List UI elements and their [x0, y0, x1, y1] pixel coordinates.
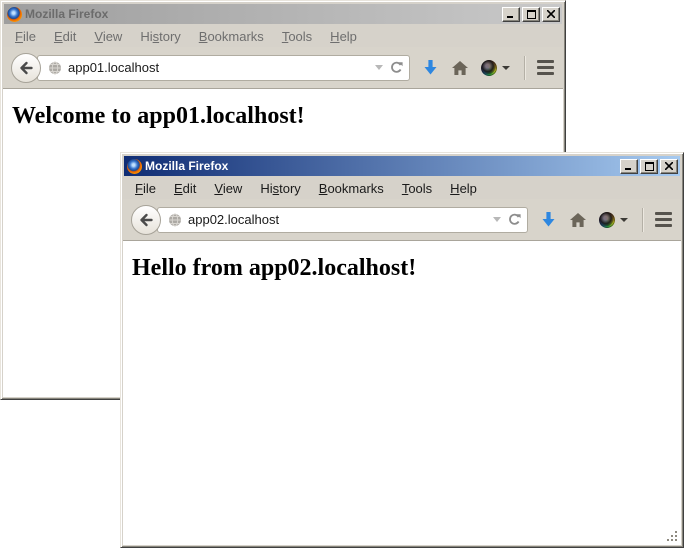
maximize-button[interactable]: [522, 7, 540, 22]
reload-button[interactable]: [507, 212, 522, 227]
menubar: FileEditViewHistoryBookmarksToolsHelp: [3, 25, 563, 47]
maximize-icon: [527, 10, 536, 19]
menu-item-edit[interactable]: Edit: [45, 27, 85, 46]
menu-item-help[interactable]: Help: [441, 179, 486, 198]
close-button[interactable]: [542, 7, 560, 22]
hamburger-menu-icon: [655, 212, 672, 227]
menu-item-help[interactable]: Help: [321, 27, 366, 46]
window-controls: [502, 7, 560, 22]
menu-item-view[interactable]: View: [205, 179, 251, 198]
url-bar[interactable]: app01.localhost: [37, 55, 410, 81]
menu-item-file[interactable]: File: [126, 179, 165, 198]
hamburger-menu-icon: [537, 60, 554, 75]
site-globe-icon: [48, 61, 62, 75]
addon-sphere-icon: [481, 60, 497, 76]
minimize-icon: [507, 10, 515, 18]
menu-item-bookmarks[interactable]: Bookmarks: [190, 27, 273, 46]
download-button[interactable]: [422, 52, 439, 84]
window-title: Mozilla Firefox: [25, 7, 499, 21]
url-bar[interactable]: app02.localhost: [157, 207, 528, 233]
minimize-icon: [625, 162, 633, 170]
menu-item-tools[interactable]: Tools: [393, 179, 441, 198]
minimize-button[interactable]: [620, 159, 638, 174]
titlebar[interactable]: Mozilla Firefox: [4, 4, 562, 24]
menu-item-tools[interactable]: Tools: [273, 27, 321, 46]
firefox-icon: [7, 7, 22, 22]
maximize-icon: [645, 162, 654, 171]
download-icon: [422, 59, 439, 77]
site-globe-icon: [168, 213, 182, 227]
url-text: app01.localhost: [68, 60, 369, 75]
home-icon: [451, 60, 469, 76]
menu-item-file[interactable]: File: [6, 27, 45, 46]
home-icon: [569, 212, 587, 228]
menu-item-history[interactable]: History: [251, 179, 309, 198]
addon-sphere-button[interactable]: [481, 52, 510, 84]
page-heading: Hello from app02.localhost!: [132, 255, 681, 282]
toolbar-separator: [642, 208, 643, 232]
menu-button[interactable]: [655, 204, 672, 236]
download-icon: [540, 211, 557, 229]
urlbar-dropdown-icon[interactable]: [375, 65, 383, 70]
close-icon: [665, 162, 673, 170]
menu-item-edit[interactable]: Edit: [165, 179, 205, 198]
toolbar-separator: [524, 56, 525, 80]
page-content: Hello from app02.localhost!: [123, 241, 681, 545]
page-heading: Welcome to app01.localhost!: [12, 103, 563, 130]
navigation-toolbar: app02.localhost: [123, 199, 681, 241]
window-controls: [620, 159, 678, 174]
urlbar-dropdown-icon[interactable]: [493, 217, 501, 222]
menubar: FileEditViewHistoryBookmarksToolsHelp: [123, 177, 681, 199]
addon-sphere-icon: [599, 212, 615, 228]
menu-button[interactable]: [537, 52, 554, 84]
browser-window-app02: Mozilla Firefox FileEditViewHistoryBookm…: [120, 152, 684, 548]
window-title: Mozilla Firefox: [145, 159, 617, 173]
back-icon: [138, 212, 154, 228]
back-button[interactable]: [11, 53, 41, 83]
firefox-icon: [127, 159, 142, 174]
minimize-button[interactable]: [502, 7, 520, 22]
download-button[interactable]: [540, 204, 557, 236]
titlebar[interactable]: Mozilla Firefox: [124, 156, 680, 176]
menu-item-view[interactable]: View: [85, 27, 131, 46]
url-text: app02.localhost: [188, 212, 487, 227]
back-icon: [18, 60, 34, 76]
close-button[interactable]: [660, 159, 678, 174]
home-button[interactable]: [451, 52, 469, 84]
maximize-button[interactable]: [640, 159, 658, 174]
navigation-toolbar: app01.localhost: [3, 47, 563, 89]
menu-item-history[interactable]: History: [131, 27, 189, 46]
back-button[interactable]: [131, 205, 161, 235]
menu-item-bookmarks[interactable]: Bookmarks: [310, 179, 393, 198]
desktop: Mozilla Firefox FileEditViewHistoryBookm…: [0, 0, 688, 551]
reload-button[interactable]: [389, 60, 404, 75]
addon-dropdown-icon: [502, 66, 510, 70]
close-icon: [547, 10, 555, 18]
resize-grip[interactable]: [666, 530, 679, 543]
home-button[interactable]: [569, 204, 587, 236]
addon-dropdown-icon: [620, 218, 628, 222]
addon-sphere-button[interactable]: [599, 204, 628, 236]
